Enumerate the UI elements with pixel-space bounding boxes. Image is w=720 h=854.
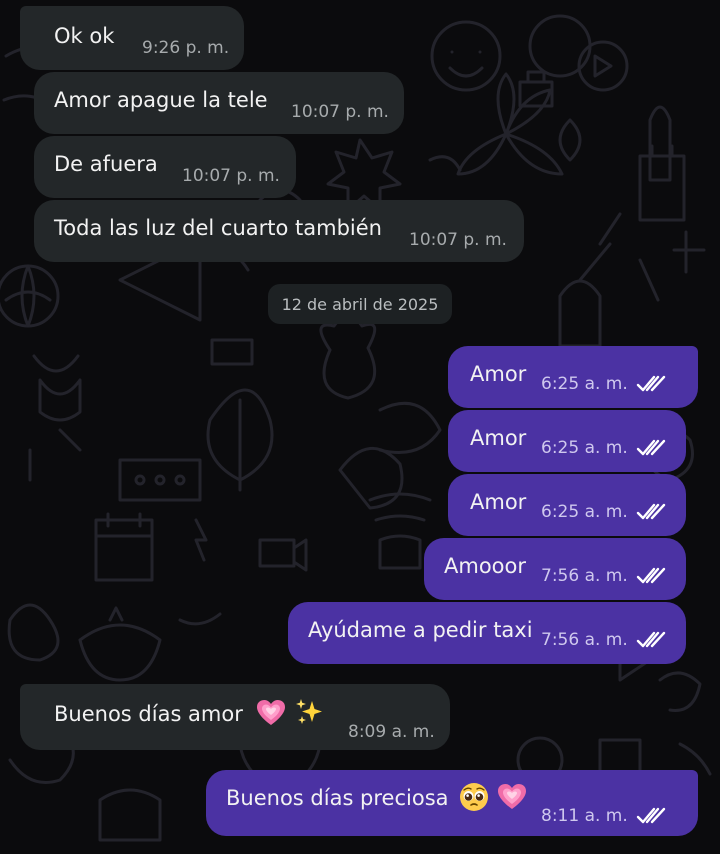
message-text: Amor bbox=[470, 490, 527, 514]
message-time: 7:56 a. m. bbox=[541, 566, 628, 586]
message-text: Toda las luz del cuarto también bbox=[54, 216, 382, 240]
message-text: Amor apague la tele bbox=[54, 88, 268, 112]
message-time: 8:11 a. m. bbox=[541, 806, 628, 826]
sparkles-icon bbox=[296, 699, 323, 724]
outgoing-message[interactable]: Buenos días preciosa 8:11 a. m. bbox=[206, 770, 698, 836]
message-time: 6:25 a. m. bbox=[541, 374, 628, 394]
message-time: 7:56 a. m. bbox=[541, 630, 628, 650]
message-text: Amooor bbox=[444, 554, 527, 578]
message-meta: 8:11 a. m. bbox=[541, 806, 668, 826]
outgoing-message[interactable]: Amor 6:25 a. m. bbox=[448, 346, 698, 408]
message-text: Ayúdame a pedir taxi bbox=[308, 618, 533, 642]
growing-heart-icon bbox=[497, 784, 526, 809]
message-time: 6:25 a. m. bbox=[541, 502, 628, 522]
message-time: 6:25 a. m. bbox=[541, 438, 628, 458]
double-check-icon bbox=[636, 503, 665, 520]
message-meta: 7:56 a. m. bbox=[541, 566, 668, 586]
chat-area[interactable]: Ok ok 9:26 p. m. Amor apague la tele 10:… bbox=[0, 0, 720, 854]
message-text: Buenos días preciosa bbox=[226, 783, 527, 812]
outgoing-message[interactable]: Amor 6:25 a. m. bbox=[448, 474, 686, 536]
message-text: Ok ok bbox=[54, 24, 115, 48]
growing-heart-icon bbox=[256, 700, 285, 725]
double-check-icon bbox=[636, 631, 665, 648]
pleading-face-icon bbox=[460, 783, 489, 811]
message-text: Buenos días amor bbox=[54, 699, 326, 727]
incoming-message[interactable]: Amor apague la tele 10:07 p. m. bbox=[34, 72, 404, 134]
double-check-icon bbox=[636, 439, 665, 456]
outgoing-message[interactable]: Amor 6:25 a. m. bbox=[448, 410, 686, 472]
incoming-message[interactable]: Buenos días amor 8:09 a. m. bbox=[20, 684, 450, 750]
message-meta: 6:25 a. m. bbox=[541, 502, 668, 522]
message-time: 9:26 p. m. bbox=[142, 38, 230, 58]
message-time: 10:07 p. m. bbox=[291, 102, 389, 122]
date-separator: 12 de abril de 2025 bbox=[268, 284, 452, 324]
message-text: De afuera bbox=[54, 152, 158, 176]
message-meta: 7:56 a. m. bbox=[541, 630, 668, 650]
message-text: Amor bbox=[470, 426, 527, 450]
incoming-message[interactable]: De afuera 10:07 p. m. bbox=[34, 136, 296, 198]
message-time: 8:09 a. m. bbox=[348, 722, 435, 742]
double-check-icon bbox=[636, 807, 665, 824]
incoming-message[interactable]: Ok ok 9:26 p. m. bbox=[20, 6, 244, 70]
incoming-message[interactable]: Toda las luz del cuarto también 10:07 p.… bbox=[34, 200, 524, 262]
message-time: 10:07 p. m. bbox=[182, 166, 280, 186]
message-meta: 6:25 a. m. bbox=[541, 374, 668, 394]
outgoing-message[interactable]: Ayúdame a pedir taxi 7:56 a. m. bbox=[288, 602, 686, 664]
message-time: 10:07 p. m. bbox=[409, 230, 507, 250]
double-check-icon bbox=[636, 375, 665, 392]
message-text: Amor bbox=[470, 362, 527, 386]
outgoing-message[interactable]: Amooor 7:56 a. m. bbox=[424, 538, 686, 600]
double-check-icon bbox=[636, 567, 665, 584]
message-meta: 6:25 a. m. bbox=[541, 438, 668, 458]
